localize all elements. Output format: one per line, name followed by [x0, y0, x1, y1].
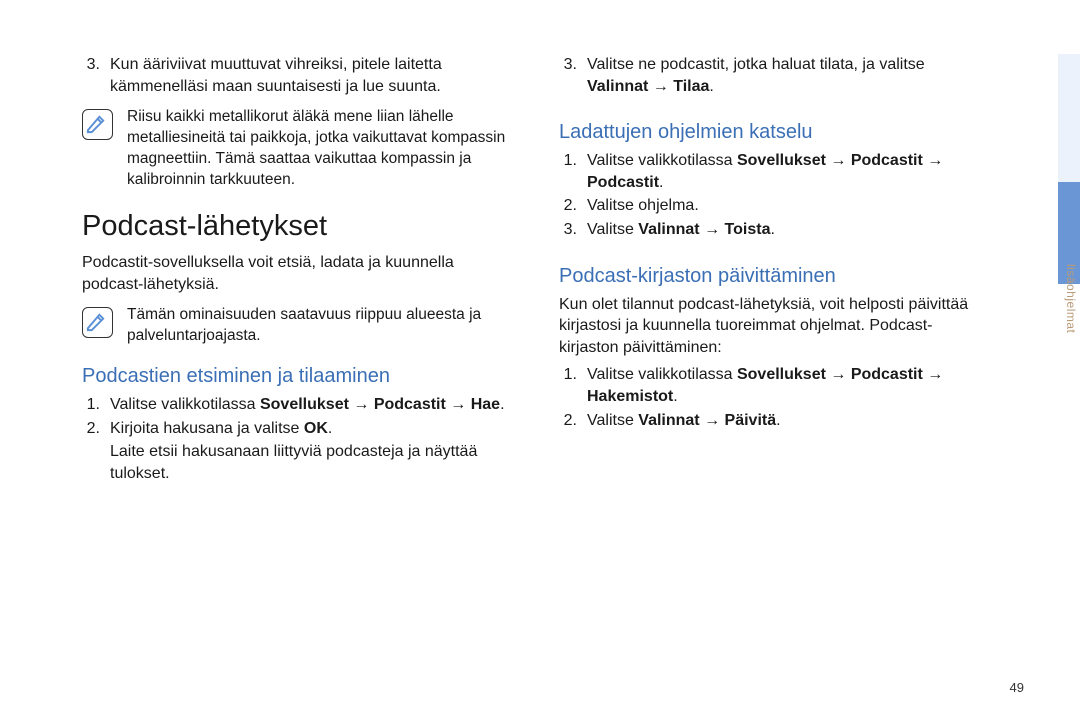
text: Valitse ne podcastit, jotka haluat tilat… [587, 56, 925, 73]
note-icon [82, 109, 113, 140]
bold-text: Hae [471, 396, 500, 413]
paragraph: Kun olet tilannut podcast-lähetyksiä, vo… [559, 294, 990, 359]
side-tab-label: lisäohjelmat [1064, 264, 1078, 333]
bold-text: OK [304, 420, 328, 437]
list-body: Valitse valikkotilassa Sovellukset → Pod… [110, 394, 513, 416]
text: . [659, 174, 663, 191]
text: . [500, 396, 504, 413]
bold-text: Sovellukset [260, 396, 349, 413]
list-body: Kirjoita hakusana ja valitse OK. [110, 418, 513, 440]
side-tab: lisäohjelmat [1052, 54, 1080, 354]
list-item: 2. Valitse Valinnat → Päivitä. [559, 410, 990, 432]
list-item: 3. Valitse Valinnat → Toista. [559, 219, 990, 241]
list-number: 2. [559, 410, 587, 432]
list-body: Valitse Valinnat → Toista. [587, 219, 990, 241]
list-body: Valitse ne podcastit, jotka haluat tilat… [587, 54, 990, 97]
text: . [776, 412, 780, 429]
arrow: → [648, 78, 673, 95]
arrow: → [446, 396, 471, 413]
text: . [770, 221, 774, 238]
note-callout: Riisu kaikki metallikorut äläkä mene lii… [82, 107, 513, 191]
bold-text: Tilaa [673, 78, 709, 95]
text: . [709, 78, 713, 95]
bold-text: Podcastit [374, 396, 446, 413]
two-column-layout: 3. Kun ääriviivat muuttuvat vihreiksi, p… [82, 54, 990, 484]
text: . [673, 388, 677, 405]
arrow: → [349, 396, 374, 413]
list-number: 2. [82, 418, 110, 440]
bold-text: Valinnat [587, 78, 648, 95]
bold-text: Sovellukset [737, 366, 826, 383]
bold-text: Sovellukset [737, 152, 826, 169]
subheading-update: Podcast-kirjaston päivittäminen [559, 263, 990, 290]
bold-text: Päivitä [725, 412, 777, 429]
list-body: Valitse valikkotilassa Sovellukset → Pod… [587, 150, 990, 193]
bold-text: Toista [725, 221, 771, 238]
list-number: 3. [559, 54, 587, 97]
text: . [328, 420, 332, 437]
arrow: → [700, 221, 725, 238]
arrow: → [826, 366, 851, 383]
page-number: 49 [1010, 680, 1024, 695]
list-body: Valitse valikkotilassa Sovellukset → Pod… [587, 364, 990, 407]
text: Kirjoita hakusana ja valitse [110, 420, 304, 437]
heading-podcast: Podcast-lähetykset [82, 207, 513, 246]
list-body: Valitse Valinnat → Päivitä. [587, 410, 990, 432]
text: Valitse valikkotilassa [587, 366, 737, 383]
note-callout: Tämän ominaisuuden saatavuus riippuu alu… [82, 305, 513, 347]
list-item: 1. Valitse valikkotilassa Sovellukset → … [559, 364, 990, 407]
text: Valitse valikkotilassa [110, 396, 260, 413]
subheading-view: Ladattujen ohjelmien katselu [559, 119, 990, 146]
list-number: 3. [559, 219, 587, 241]
arrow: → [923, 152, 943, 169]
list-item: 2. Kirjoita hakusana ja valitse OK. [82, 418, 513, 440]
list-item: 3. Kun ääriviivat muuttuvat vihreiksi, p… [82, 54, 513, 97]
left-column: 3. Kun ääriviivat muuttuvat vihreiksi, p… [82, 54, 513, 484]
note-icon-wrap [82, 107, 127, 191]
note-icon-wrap [82, 305, 127, 347]
text: Valitse [587, 221, 638, 238]
list-body: Kun ääriviivat muuttuvat vihreiksi, pite… [110, 54, 513, 97]
list-item: 3. Valitse ne podcastit, jotka haluat ti… [559, 54, 990, 97]
list-continuation: Laite etsii hakusanaan liittyviä podcast… [110, 441, 513, 484]
list-number: 1. [559, 364, 587, 407]
list-body: Valitse ohjelma. [587, 195, 990, 217]
note-icon [82, 307, 113, 338]
list-number: 1. [82, 394, 110, 416]
bold-text: Valinnat [638, 221, 699, 238]
note-text: Tämän ominaisuuden saatavuus riippuu alu… [127, 305, 513, 347]
arrow: → [826, 152, 851, 169]
bold-text: Podcastit [851, 366, 923, 383]
bold-text: Podcastit [851, 152, 923, 169]
list-number: 3. [82, 54, 110, 97]
list-number: 1. [559, 150, 587, 193]
text: Valitse [587, 412, 638, 429]
note-text: Riisu kaikki metallikorut äläkä mene lii… [127, 107, 513, 191]
list-item: 1. Valitse valikkotilassa Sovellukset → … [82, 394, 513, 416]
bold-text: Hakemistot [587, 388, 673, 405]
arrow: → [923, 366, 943, 383]
right-column: 3. Valitse ne podcastit, jotka haluat ti… [559, 54, 990, 484]
bold-text: Podcastit [587, 174, 659, 191]
bold-text: Valinnat [638, 412, 699, 429]
arrow: → [700, 412, 725, 429]
side-tab-light [1058, 54, 1080, 182]
subheading-search: Podcastien etsiminen ja tilaaminen [82, 363, 513, 390]
list-item: 1. Valitse valikkotilassa Sovellukset → … [559, 150, 990, 193]
document-page: lisäohjelmat 3. Kun ääriviivat muuttuvat… [0, 0, 1080, 721]
text: Valitse valikkotilassa [587, 152, 737, 169]
list-item: 2. Valitse ohjelma. [559, 195, 990, 217]
list-number: 2. [559, 195, 587, 217]
paragraph: Podcastit-sovelluksella voit etsiä, lada… [82, 252, 513, 295]
